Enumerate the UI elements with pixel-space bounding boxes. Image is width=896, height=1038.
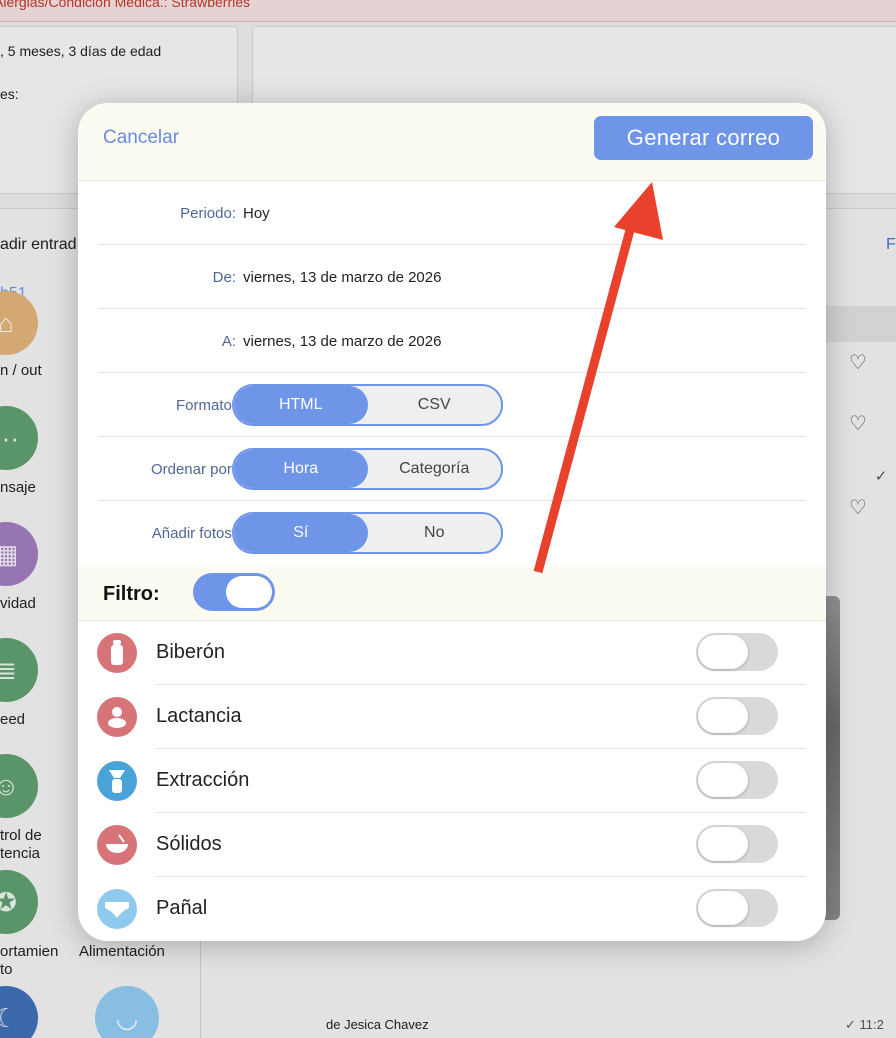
filter-row-nursing: Lactancia xyxy=(78,685,826,749)
bowl-icon xyxy=(97,825,137,865)
toggle-knob xyxy=(698,763,748,797)
photos-label: Añadir fotos: xyxy=(151,525,236,542)
filter-label-solids: Sólidos xyxy=(156,833,222,855)
to-label: A: xyxy=(221,333,236,350)
toggle-knob xyxy=(698,891,748,925)
filter-toggle[interactable] xyxy=(193,573,275,611)
toggle-knob xyxy=(698,699,748,733)
cancel-button[interactable]: Cancelar xyxy=(103,127,179,149)
filter-label-pump: Extracción xyxy=(156,769,250,791)
format-option-html[interactable]: HTML xyxy=(234,386,368,424)
from-label: De: xyxy=(212,269,236,286)
sort-label: Ordenar por: xyxy=(150,461,236,478)
bottle-icon xyxy=(97,633,137,673)
sort-option-category[interactable]: Categoría xyxy=(368,450,502,488)
format-option-csv[interactable]: CSV xyxy=(368,386,502,424)
toggle-knob xyxy=(698,827,748,861)
generate-email-button[interactable]: Generar correo xyxy=(594,116,813,160)
email-report-modal: Cancelar Generar correo Periodo: Hoy De:… xyxy=(78,103,826,941)
pump-icon xyxy=(97,761,137,801)
period-row[interactable]: Periodo: Hoy xyxy=(98,181,806,245)
filter-row-pump: Extracción xyxy=(78,749,826,813)
from-date-value[interactable]: viernes, 13 de marzo de 2026 xyxy=(243,269,441,286)
period-label: Periodo: xyxy=(180,205,236,222)
nursing-icon xyxy=(97,697,137,737)
pump-toggle[interactable] xyxy=(696,761,778,799)
solids-toggle[interactable] xyxy=(696,825,778,863)
photos-segmented-control[interactable]: Sí No xyxy=(232,512,503,554)
filter-row-bottle: Biberón xyxy=(78,621,826,685)
period-value[interactable]: Hoy xyxy=(243,205,270,222)
photos-option-no[interactable]: No xyxy=(368,514,502,552)
toggle-knob xyxy=(226,576,272,608)
filter-label-diaper: Pañal xyxy=(156,897,208,919)
from-date-row[interactable]: De: viernes, 13 de marzo de 2026 xyxy=(98,245,806,309)
diaper-toggle[interactable] xyxy=(696,889,778,927)
photos-row: Añadir fotos: Sí No xyxy=(98,501,806,565)
sort-option-time[interactable]: Hora xyxy=(234,450,368,488)
to-date-value[interactable]: viernes, 13 de marzo de 2026 xyxy=(243,333,441,350)
toggle-knob xyxy=(698,635,748,669)
nursing-toggle[interactable] xyxy=(696,697,778,735)
filter-label: Filtro: xyxy=(103,583,160,605)
filter-label-bottle: Biberón xyxy=(156,641,225,663)
filter-label-nursing: Lactancia xyxy=(156,705,242,727)
filter-row-diaper: Pañal xyxy=(78,877,826,941)
photos-option-yes[interactable]: Sí xyxy=(234,514,368,552)
format-label: Formato: xyxy=(175,397,236,414)
filter-row-solids: Sólidos xyxy=(78,813,826,877)
sort-row: Ordenar por: Hora Categoría xyxy=(98,437,806,501)
to-date-row[interactable]: A: viernes, 13 de marzo de 2026 xyxy=(98,309,806,373)
bottle-toggle[interactable] xyxy=(696,633,778,671)
filter-bar: Filtro: xyxy=(78,567,826,621)
sort-segmented-control[interactable]: Hora Categoría xyxy=(232,448,503,490)
format-segmented-control[interactable]: HTML CSV xyxy=(232,384,503,426)
modal-header: Cancelar Generar correo xyxy=(78,103,826,181)
diaper-icon xyxy=(97,889,137,929)
format-row: Formato: HTML CSV xyxy=(98,373,806,437)
